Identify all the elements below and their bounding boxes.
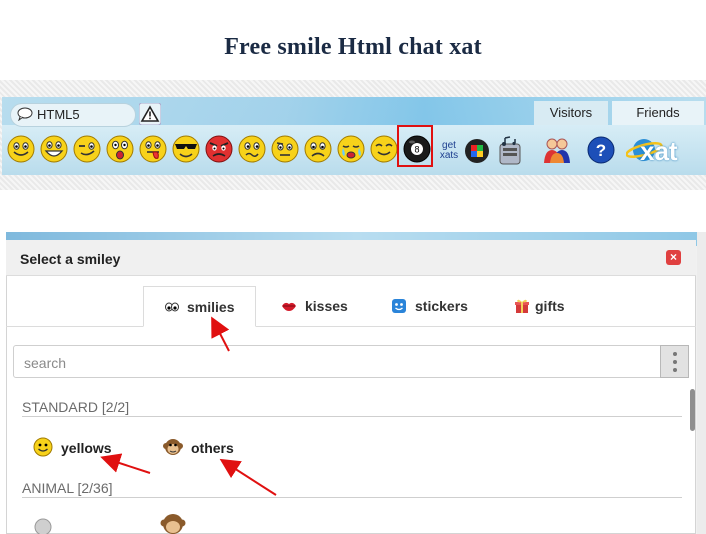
music-icon[interactable] xyxy=(496,136,524,166)
confused-icon[interactable] xyxy=(237,134,267,164)
get-xats-line2: xats xyxy=(439,150,459,161)
sad-icon[interactable] xyxy=(303,134,333,164)
tab-gifts-label: gifts xyxy=(535,298,565,314)
tab-stickers-label: stickers xyxy=(415,298,468,314)
smiley-highlight-box xyxy=(397,125,433,167)
yellow-smiley-icon xyxy=(33,437,53,457)
smile-icon[interactable] xyxy=(6,134,36,164)
category-others-label: others xyxy=(191,440,234,456)
backdrop-scroll xyxy=(697,232,706,534)
lips-icon xyxy=(282,302,296,311)
animal-item-icon[interactable] xyxy=(33,517,53,534)
more-options-button[interactable] xyxy=(660,345,689,378)
unsure-icon[interactable] xyxy=(270,134,300,164)
section-standard-title: STANDARD [2/2] xyxy=(22,399,130,415)
eyes-icon xyxy=(165,302,179,312)
help-icon[interactable]: ? xyxy=(586,135,616,165)
grin-icon[interactable] xyxy=(39,134,69,164)
crying-icon[interactable] xyxy=(336,134,366,164)
visitors-tab[interactable]: Visitors xyxy=(534,101,608,125)
search-box xyxy=(13,345,689,378)
section-divider xyxy=(22,416,682,417)
close-button[interactable]: × xyxy=(666,250,681,265)
gift-icon xyxy=(515,299,529,313)
cool-icon[interactable] xyxy=(171,134,201,164)
tongue-icon[interactable] xyxy=(138,134,168,164)
warning-icon[interactable] xyxy=(139,103,161,125)
page-heading: Free smile Html chat xat xyxy=(224,34,482,60)
angry-icon[interactable] xyxy=(204,134,234,164)
shocked-icon[interactable] xyxy=(105,134,135,164)
svg-text:?: ? xyxy=(596,141,606,160)
tab-smilies[interactable]: smilies xyxy=(143,286,256,327)
friends-tab[interactable]: Friends xyxy=(612,101,704,125)
wink-icon[interactable] xyxy=(72,134,102,164)
html5-label: HTML5 xyxy=(37,107,80,122)
get-xats-button[interactable]: get xats xyxy=(436,141,462,161)
search-input[interactable] xyxy=(22,352,646,374)
users-icon[interactable] xyxy=(542,135,572,165)
speech-bubble-icon xyxy=(17,107,33,121)
tab-kisses[interactable]: kisses xyxy=(275,286,365,327)
tab-kisses-label: kisses xyxy=(305,298,348,314)
dialog-scrollbar[interactable] xyxy=(690,389,695,431)
monkey-icon xyxy=(163,439,183,455)
category-yellows-label: yellows xyxy=(61,440,112,456)
tab-stickers[interactable]: stickers xyxy=(385,286,485,327)
dialog-title: Select a smiley xyxy=(20,251,121,267)
sticker-icon xyxy=(392,299,406,313)
color-palette-icon[interactable] xyxy=(464,138,490,164)
tab-gifts[interactable]: gifts xyxy=(508,286,578,327)
section-animal-title: ANIMAL [2/36] xyxy=(22,480,113,496)
animal-monkey-icon[interactable] xyxy=(160,512,186,534)
html5-button[interactable]: HTML5 xyxy=(10,103,136,127)
xat-logo: xat xyxy=(640,136,678,166)
content-icon[interactable] xyxy=(369,134,399,164)
tab-smilies-label: smilies xyxy=(187,299,235,315)
section-divider-2 xyxy=(22,497,682,498)
